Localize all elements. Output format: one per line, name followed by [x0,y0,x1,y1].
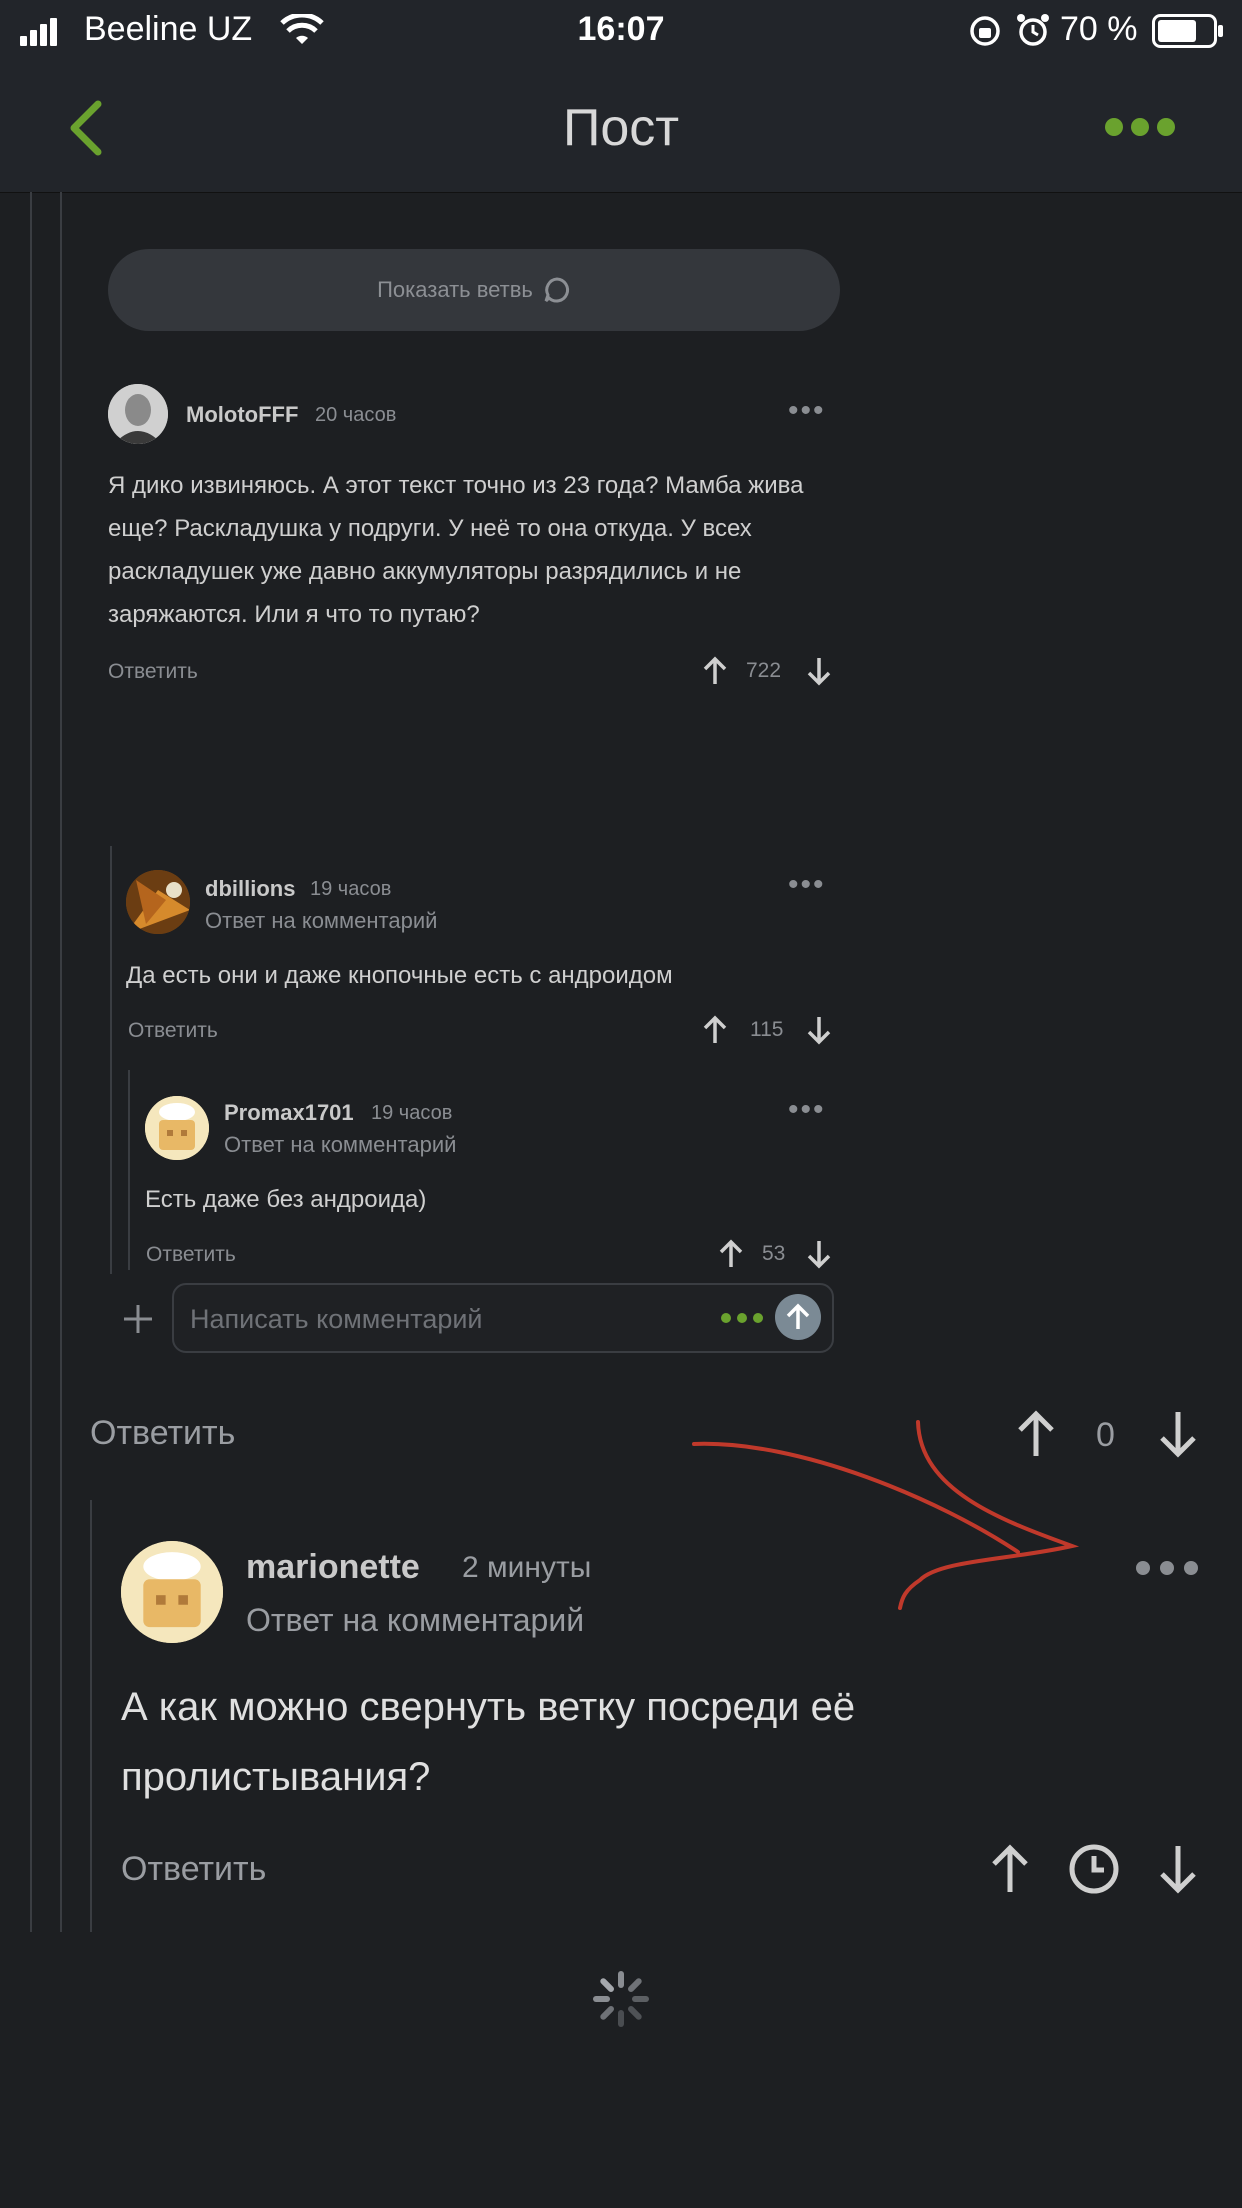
battery-icon [1152,14,1223,48]
reply-button[interactable]: Ответить [146,1243,236,1267]
downvote-icon[interactable] [806,1239,832,1269]
plus-icon[interactable] [122,1303,154,1335]
annotation-arrow-icon [692,1420,1080,1610]
reply-button[interactable]: Ответить [108,660,198,684]
more-dots-icon[interactable] [720,1312,764,1324]
avatar-image [121,1541,223,1643]
comment-menu-icon[interactable]: ••• [788,1093,826,1127]
comment-text: Да есть они и даже кнопочные есть с андр… [126,962,673,989]
downvote-icon[interactable] [806,656,832,686]
upvote-icon[interactable] [702,656,728,686]
comment-bubble-icon [544,277,569,303]
upvote-icon[interactable] [718,1239,744,1269]
thread-line [60,192,62,1932]
status-bar: Beeline UZ 16:07 70 % [0,0,1242,62]
upvote-icon[interactable] [702,1015,728,1045]
comment-text-line: пролистывания? [121,1755,431,1799]
thread-line [30,192,32,1932]
comment-username[interactable]: marionette [246,1548,420,1587]
arrow-up-icon [786,1303,810,1329]
avatar-image [108,384,168,444]
comment-time: 2 минуты [462,1551,592,1584]
comment-subtitle: Ответ на комментарий [205,908,438,933]
vote-count: 115 [750,1018,784,1041]
comment-username[interactable]: dbillions [205,876,295,902]
comment-time: 20 часов [315,404,397,426]
battery-percent: 70 % [1060,10,1138,48]
avatar-image [145,1096,209,1160]
rotation-lock-icon [970,16,1000,46]
reply-button[interactable]: Ответить [128,1019,218,1043]
comment-subtitle: Ответ на комментарий [224,1132,457,1157]
show-branch-button[interactable]: Показать ветвь [108,249,840,331]
page-title: Пост [562,99,680,157]
comment-input-placeholder: Написать комментарий [190,1304,483,1334]
clock-icon [1069,1844,1119,1894]
vote-count: 722 [746,659,782,682]
show-branch-label: Показать ветвь [377,277,533,302]
send-button[interactable] [775,1294,821,1340]
downvote-icon[interactable] [806,1015,832,1045]
thread-line [90,1500,92,1932]
avatar[interactable] [126,870,190,934]
avatar[interactable] [108,384,168,444]
clock: 16:07 [577,10,665,48]
comment-time: 19 часов [371,1102,453,1124]
avatar[interactable] [121,1541,223,1643]
comment-username[interactable]: MolotoFFF [186,402,298,428]
thread-line [128,1070,130,1270]
comment-text: Есть даже без андроида) [145,1186,427,1213]
downvote-icon[interactable] [1158,1410,1198,1458]
comment-menu-icon[interactable]: ••• [788,868,826,902]
thread-line [110,846,112,1274]
comment-menu-icon[interactable]: ••• [788,394,826,428]
avatar[interactable] [145,1096,209,1160]
comment-username[interactable]: Promax1701 [224,1100,354,1126]
reply-button[interactable]: Ответить [90,1414,235,1453]
upvote-icon[interactable] [990,1844,1030,1894]
reply-button[interactable]: Ответить [121,1850,266,1889]
comment-subtitle: Ответ на комментарий [246,1602,585,1638]
vote-count: 53 [762,1242,786,1265]
comment-text-line: А как можно свернуть ветку посреди её [121,1685,856,1729]
more-dots-icon[interactable] [1134,1558,1200,1578]
avatar-image [126,870,190,934]
alarm-icon [1017,14,1049,46]
loading-spinner-icon [593,1971,649,2027]
comment-time: 19 часов [310,878,392,900]
downvote-icon[interactable] [1158,1844,1198,1894]
comment-text: Я дико извиняюсь. А этот текст точно из … [108,472,804,628]
more-dots-icon[interactable] [1102,114,1178,140]
